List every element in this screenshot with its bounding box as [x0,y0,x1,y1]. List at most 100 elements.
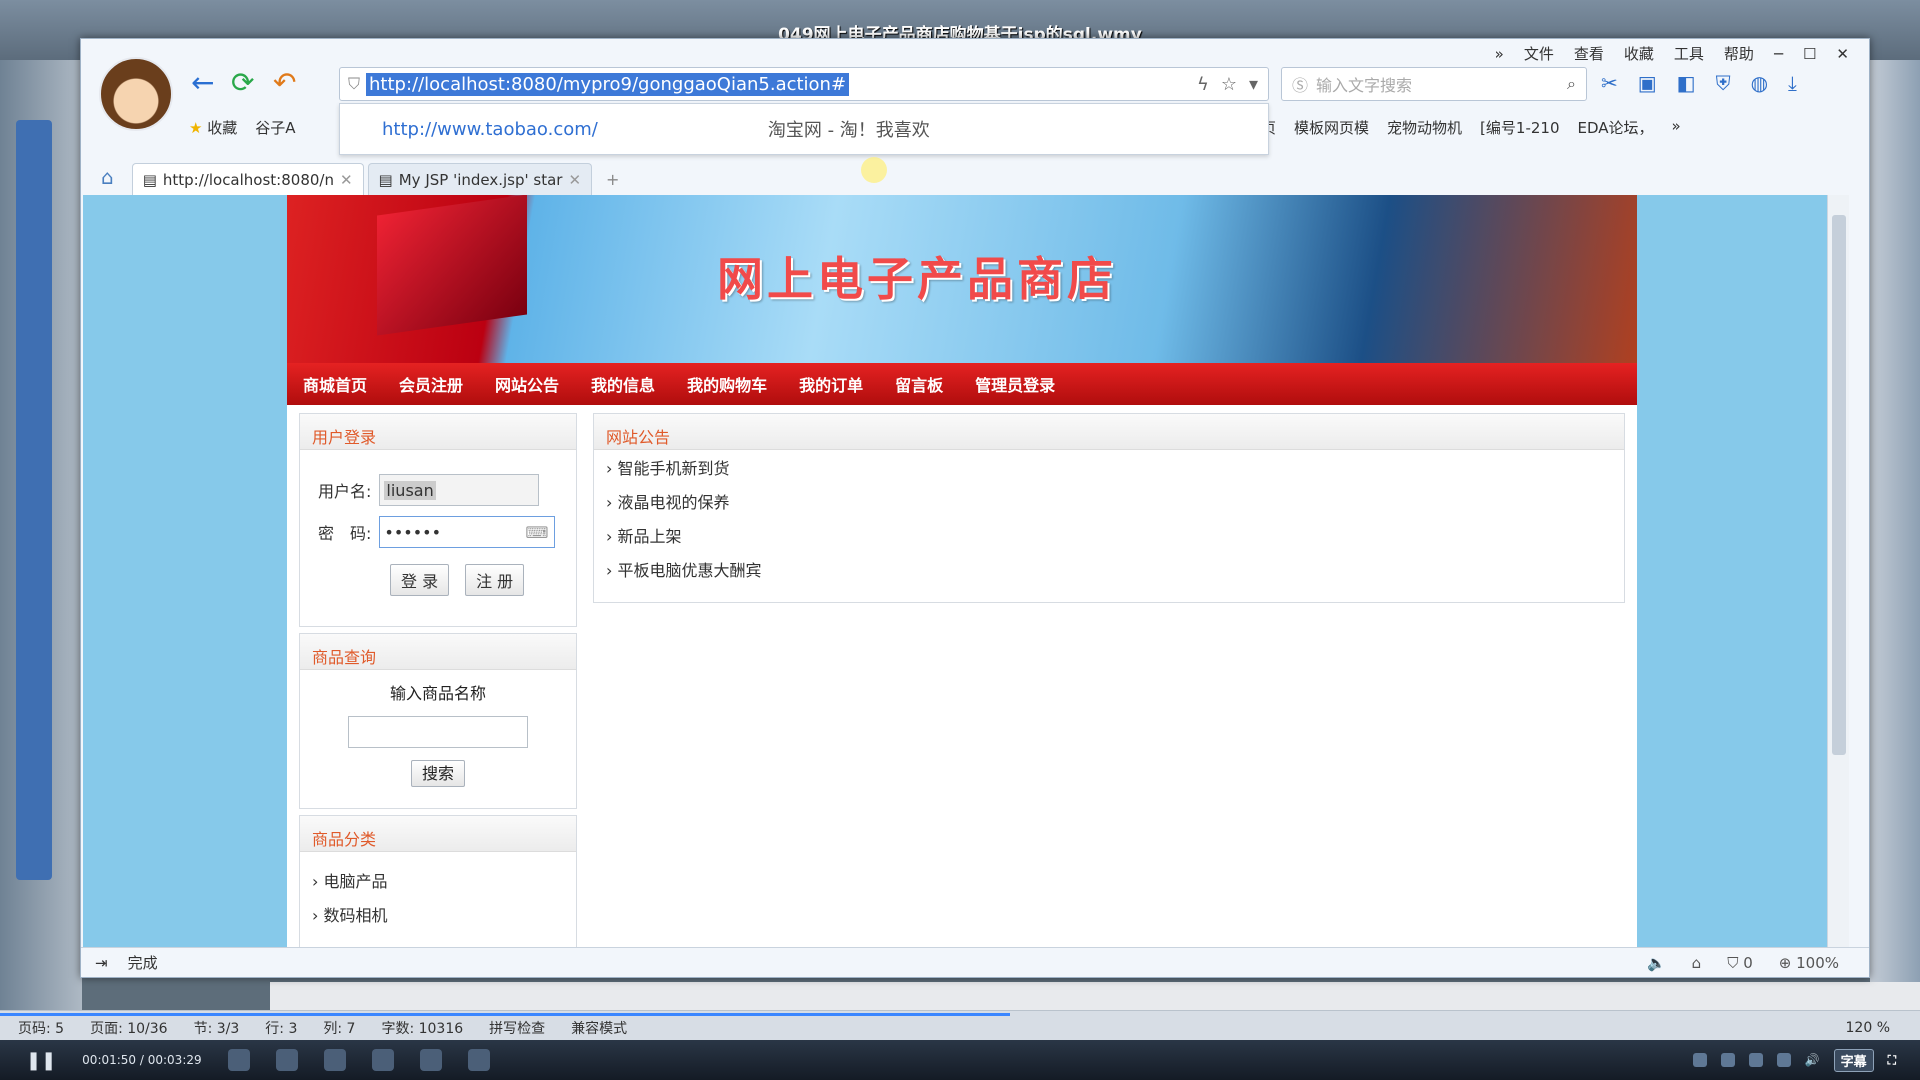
pause-icon[interactable]: ❚❚ [26,1050,56,1071]
search-engine-icon: Ⓢ [1292,76,1309,95]
sidebar-icon[interactable]: ◧ [1677,71,1696,95]
tab-strip: ⌂ ▤ http://localhost:8080/n ✕ ▤ My JSP '… [81,157,1869,195]
video-controls: ❚❚ 00:01:50 / 00:03:29 🔊 字幕 ⛶ [0,1040,1920,1080]
menu-file[interactable]: 文件 [1524,43,1554,64]
menu-view[interactable]: 查看 [1574,43,1604,64]
category-item[interactable]: › 电脑产品 [300,852,576,897]
video-time: 00:01:50 / 00:03:29 [82,1053,202,1067]
address-url[interactable]: http://localhost:8080/mypro9/gonggaoQian… [366,72,850,96]
word-zoom[interactable]: 120 % [1846,1020,1890,1036]
window-icon[interactable]: ▣ [1638,71,1657,95]
taskbar-app-icon[interactable] [419,1049,442,1071]
volume-icon[interactable]: 🔊 [1805,1053,1820,1067]
word-spell[interactable]: 拼写检查 [489,1018,545,1038]
tab-index-jsp[interactable]: ▤ My JSP 'index.jsp' star ✕ [367,163,593,195]
taskbar-app-icon[interactable] [467,1049,490,1071]
globe-icon[interactable]: ◍ [1751,71,1768,95]
product-name-input[interactable] [348,716,528,748]
scissors-icon[interactable]: ✂ [1601,71,1618,95]
product-search-button[interactable]: 搜索 [410,760,465,787]
chevron-down-icon[interactable]: ▾ [1249,74,1258,95]
password-input[interactable]: •••••• ⌨ [379,516,556,548]
vertical-scrollbar[interactable] [1827,195,1849,947]
home-icon[interactable]: ⌂ [101,165,128,195]
notice-item[interactable]: › 平板电脑优惠大酬宾 [594,552,1624,586]
star-icon: ★ [189,119,203,137]
bookmark-item[interactable]: [编号1-210 [1480,117,1559,138]
category-heading: 商品分类 [300,816,576,852]
user-avatar[interactable] [99,57,173,131]
chevron-right-icon[interactable]: » [1672,117,1681,138]
bookmark-item[interactable]: EDA论坛， [1578,117,1654,138]
site-container: 网上电子产品商店 商城首页 会员注册 网站公告 我的信息 我的购物车 我的订单 … [287,195,1637,947]
search-placeholder: 输入文字搜索 [1316,76,1413,95]
menu-help[interactable]: 帮助 [1724,43,1754,64]
nav-home[interactable]: 商城首页 [303,372,367,396]
menu-more[interactable]: » [1495,45,1504,63]
video-progress-bar[interactable] [0,1013,1010,1016]
password-value: •••••• [384,522,442,542]
menu-tools[interactable]: 工具 [1674,43,1704,64]
bookmark-item[interactable]: 谷子A [255,117,295,138]
sidebar-toggle-icon[interactable]: ⇥ [95,954,108,972]
close-tab-icon[interactable]: ✕ [340,171,353,189]
nav-register[interactable]: 会员注册 [399,372,463,396]
download-icon[interactable]: ⤓ [1788,71,1797,95]
close-tab-icon[interactable]: ✕ [568,171,581,189]
nav-my-info[interactable]: 我的信息 [591,372,655,396]
briefcase-icon[interactable]: ⌂ [1692,954,1702,972]
star-icon[interactable]: ☆ [1221,74,1237,95]
new-tab-icon[interactable]: + [596,170,629,195]
taskbar-app-icon[interactable] [275,1049,298,1071]
scrollbar-thumb[interactable] [1832,215,1846,755]
search-icon[interactable]: ⌕ [1567,74,1576,94]
tab-localhost[interactable]: ▤ http://localhost:8080/n ✕ [131,163,364,195]
nav-cart[interactable]: 我的购物车 [687,372,767,396]
tray-icon[interactable] [1692,1053,1707,1067]
category-item[interactable]: › 数码相机 [300,897,576,931]
address-bar[interactable]: ⛉ http://localhost:8080/mypro9/gonggaoQi… [339,67,1269,101]
bookmark-item[interactable]: 宠物动物机 [1387,117,1462,138]
volume-icon[interactable]: 🔈 [1647,954,1666,972]
shield-status[interactable]: ⛉ 0 [1727,954,1753,972]
refresh-icon[interactable]: ⟳ [231,69,254,97]
maximize-icon[interactable]: ☐ [1803,45,1816,63]
nav-guestbook[interactable]: 留言板 [895,372,943,396]
mouse-cursor-highlight [861,157,887,183]
fullscreen-icon[interactable]: ⛶ [1888,1053,1896,1068]
browser-search-box[interactable]: Ⓢ 输入文字搜索 ⌕ [1281,67,1587,101]
nav-notice[interactable]: 网站公告 [495,372,559,396]
taskbar-app-icon[interactable] [227,1049,250,1071]
close-icon[interactable]: ✕ [1836,45,1849,63]
minimize-icon[interactable]: ─ [1774,45,1783,63]
word-count: 字数: 10316 [381,1020,464,1037]
login-button[interactable]: 登 录 [390,564,450,596]
menu-favorites[interactable]: 收藏 [1624,43,1654,64]
background-document [270,982,1920,1010]
keyboard-icon[interactable]: ⌨ [525,523,554,542]
tray-icon[interactable] [1776,1053,1791,1067]
browser-menu: » 文件 查看 收藏 工具 帮助 ─ ☐ ✕ [1495,43,1849,64]
shield-toolbar-icon[interactable]: ⛨ [1716,71,1731,95]
notice-item[interactable]: › 智能手机新到货 [594,450,1624,484]
bookmark-favorites[interactable]: ★ 收藏 [189,117,237,138]
zoom-status[interactable]: ⊕ 100% [1779,954,1839,972]
bookmark-item[interactable]: 模板网页模 [1294,117,1369,138]
tray-icon[interactable] [1720,1053,1735,1067]
notice-item[interactable]: › 液晶电视的保养 [594,484,1624,518]
undo-icon[interactable]: ↶ [273,69,296,97]
nav-orders[interactable]: 我的订单 [799,372,863,396]
username-label: 用户名: [318,482,372,501]
taskbar-app-icon[interactable] [323,1049,346,1071]
address-suggestion[interactable]: http://www.taobao.com/ 淘宝网 - 淘！我喜欢 [339,103,1269,155]
back-arrow-icon[interactable]: ← [191,69,214,97]
notice-item[interactable]: › 新品上架 [594,518,1624,552]
tray-icon[interactable] [1748,1053,1763,1067]
notice-panel: 网站公告 › 智能手机新到货 › 液晶电视的保养 › 新品上架 › 平板电脑优惠… [593,413,1625,603]
taskbar-app-icon[interactable] [371,1049,394,1071]
subtitle-button[interactable]: 字幕 [1833,1048,1874,1072]
nav-admin-login[interactable]: 管理员登录 [975,372,1055,396]
lightning-icon[interactable]: ϟ [1197,74,1209,95]
register-button[interactable]: 注 册 [465,564,525,596]
username-input[interactable]: liusan [379,474,540,506]
